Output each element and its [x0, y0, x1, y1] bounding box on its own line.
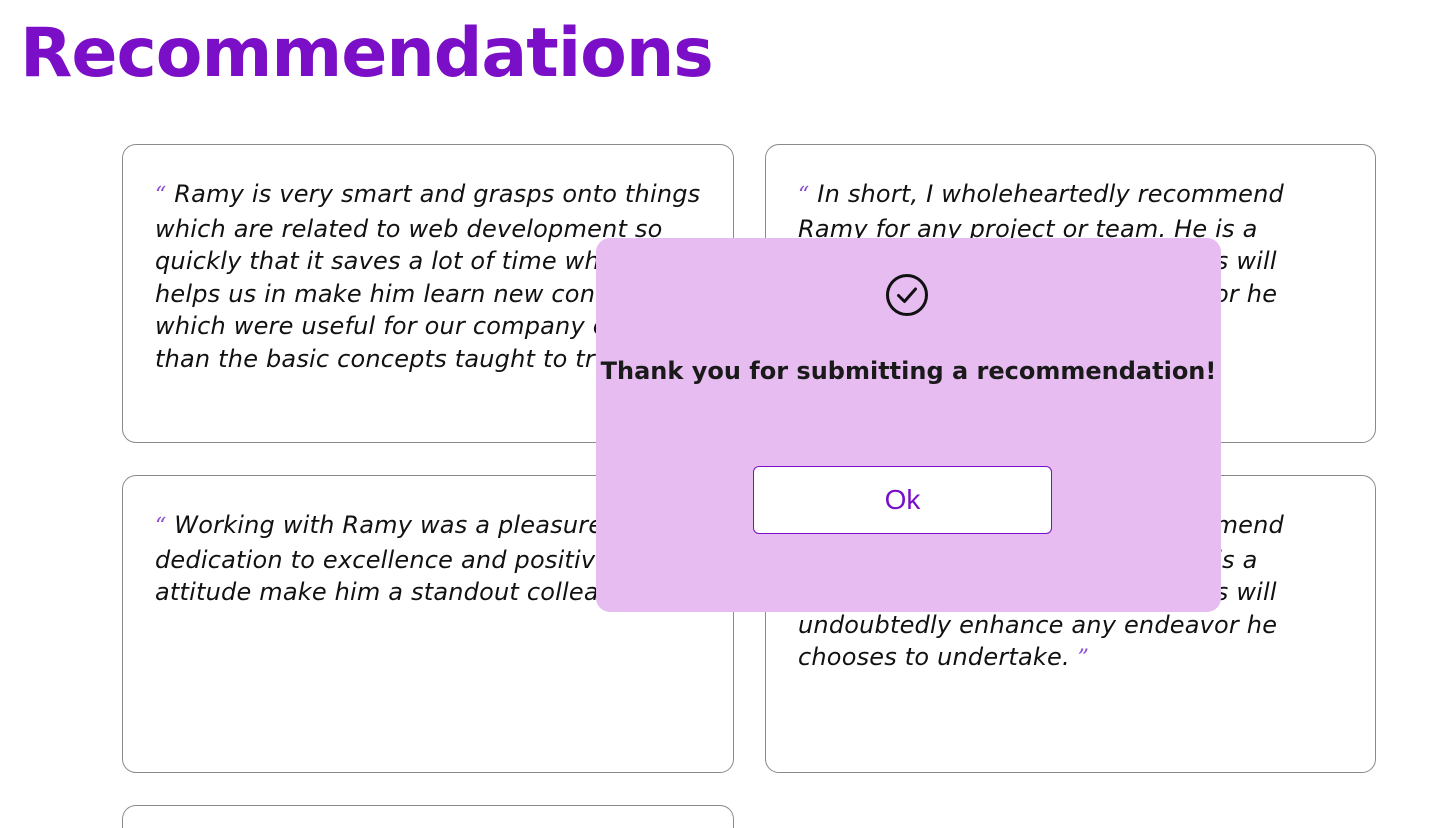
confirmation-modal: Thank you for submitting a recommendatio… — [596, 238, 1221, 612]
close-quote-icon: ” — [1077, 646, 1090, 671]
check-circle-icon — [886, 274, 928, 316]
page-title: Recommendations — [20, 14, 714, 93]
ok-button[interactable]: Ok — [753, 466, 1052, 534]
open-quote-icon: “ — [155, 183, 167, 208]
recommendation-card — [122, 805, 734, 828]
recommendations-page: Recommendations “ Ramy is very smart and… — [0, 0, 1450, 828]
modal-message: Thank you for submitting a recommendatio… — [600, 357, 1217, 385]
open-quote-icon: “ — [798, 183, 810, 208]
open-quote-icon: “ — [155, 514, 167, 539]
recommendation-text: Working with Ramy was a pleasure. His de… — [155, 511, 657, 606]
